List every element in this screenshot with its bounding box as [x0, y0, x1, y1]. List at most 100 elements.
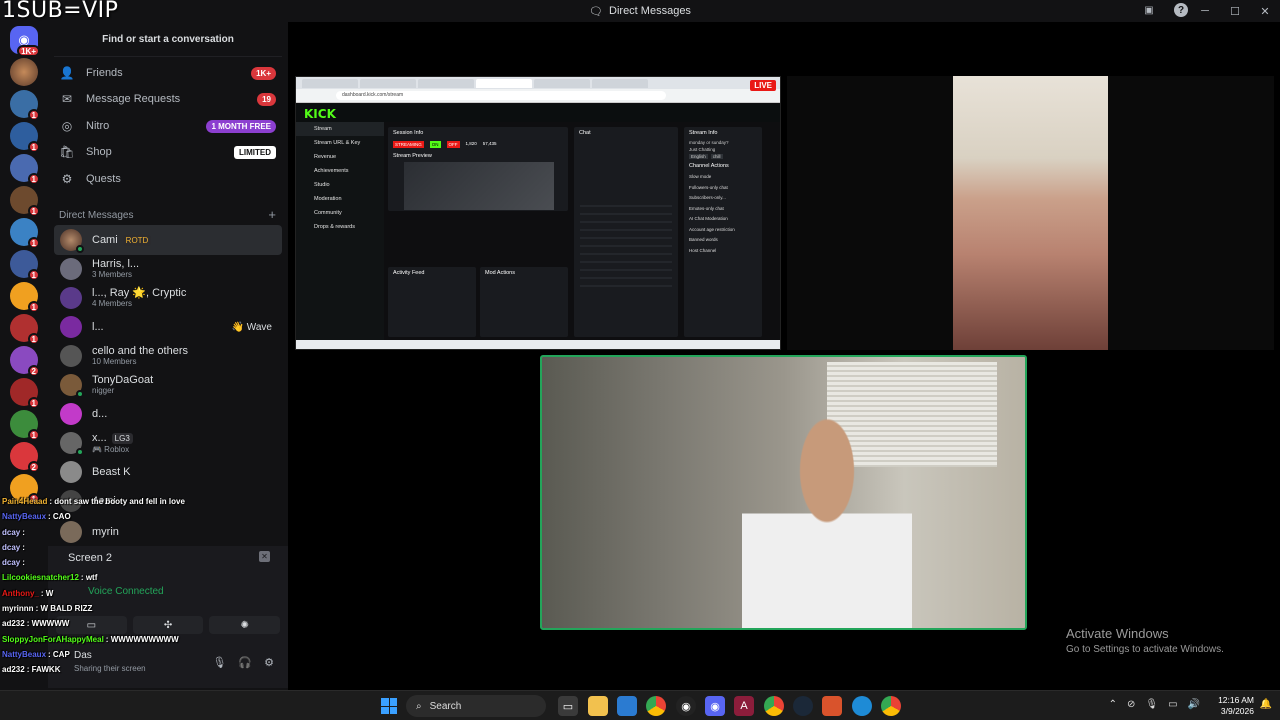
channel-action[interactable]: Account age restriction [689, 225, 757, 236]
notification-icon[interactable]: 🔔 [1260, 699, 1272, 710]
dm-item[interactable]: l... 👋 Wave [54, 312, 282, 342]
channel-action[interactable]: Host Channel [689, 246, 757, 257]
video-tile-speaking[interactable] [540, 355, 1027, 630]
close-icon[interactable]: ✕ [259, 551, 270, 562]
kick-nav-item[interactable]: Revenue [296, 150, 384, 164]
settings-icon[interactable]: ⚙ [264, 656, 274, 669]
dm-item[interactable]: Beast K [54, 457, 282, 487]
nav-message-requests[interactable]: ✉ Message Requests 19 [54, 87, 282, 111]
maximize-button[interactable]: ☐ [1220, 0, 1250, 22]
soundboard-button[interactable]: ✺ [209, 616, 281, 634]
task-view-icon[interactable]: ▭ [558, 696, 578, 716]
home-button[interactable]: ◉ 1K+ [10, 26, 40, 57]
dm-item[interactable]: Cami ROTD [54, 225, 282, 255]
server-icon[interactable]: 1 [10, 218, 40, 249]
windows-taskbar: ⌕ Search ▭ ◉ ◉ A ⌃ ⊘ 🎙 ▭ 🔊 12:16 AM 3/9/… [0, 690, 1280, 720]
nav-quests[interactable]: ⚙ Quests [54, 167, 282, 191]
server-icon[interactable]: 1 [10, 122, 40, 153]
chat-msg: FAWKK [31, 665, 61, 675]
headphones-icon[interactable]: 🎧 [238, 656, 252, 669]
channel-action[interactable]: Banned words [689, 235, 757, 246]
browser-tab[interactable] [302, 78, 358, 88]
network-icon[interactable]: ⊘ [1127, 699, 1135, 710]
channel-action[interactable]: AI Chat Moderation [689, 214, 757, 225]
server-icon[interactable]: 1 [10, 186, 40, 217]
channel-action[interactable]: Emotes-only chat [689, 204, 757, 215]
chat-msg: W [45, 588, 54, 598]
inbox-icon[interactable]: ▣ [1142, 3, 1156, 17]
find-conversation-input[interactable]: Find or start a conversation [54, 28, 282, 50]
chrome-icon[interactable] [764, 696, 784, 716]
steam-icon[interactable] [793, 696, 813, 716]
kick-nav-item[interactable]: Moderation [296, 192, 384, 206]
kick-nav-item[interactable]: Achievements [296, 164, 384, 178]
discord-icon[interactable]: ◉ [705, 696, 725, 716]
minimize-button[interactable]: ─ [1190, 0, 1220, 22]
taskbar-search[interactable]: ⌕ Search [406, 695, 546, 717]
close-button[interactable]: ✕ [1250, 0, 1280, 22]
chrome-icon[interactable] [881, 696, 901, 716]
server-icon[interactable]: 1 [10, 314, 40, 345]
server-icon[interactable]: 1 [10, 90, 40, 121]
app-icon[interactable] [822, 696, 842, 716]
dm-item[interactable]: d... [54, 399, 282, 429]
server-icon[interactable]: 1 [10, 378, 40, 409]
nav-nitro[interactable]: ◎ Nitro 1 MONTH FREE [54, 114, 282, 138]
kick-nav-item[interactable]: Drops & rewards [296, 220, 384, 234]
browser-tab[interactable] [476, 78, 532, 88]
nav-friends[interactable]: 👤 Friends 1K+ [54, 61, 282, 85]
mic-icon[interactable]: 🎙 [212, 656, 226, 669]
server-icon[interactable]: 1 [10, 282, 40, 313]
avatar [60, 374, 84, 398]
server-icon[interactable] [10, 58, 38, 86]
chevron-up-icon[interactable]: ⌃ [1109, 699, 1117, 710]
video-tile[interactable] [787, 76, 1274, 350]
browser-tab[interactable] [534, 78, 590, 88]
dm-item[interactable]: Harris, l... 3 Members [54, 254, 282, 284]
kick-header: KICK [296, 104, 780, 122]
taskbar-clock[interactable]: 12:16 AM 3/9/2026 [1218, 695, 1254, 717]
screen-share-tile[interactable]: dashboard.kick.com/stream LIVE KICK Stre… [295, 76, 781, 350]
channel-action[interactable]: Followers-only chat [689, 183, 757, 194]
volume-icon[interactable]: 🔊 [1188, 699, 1200, 710]
kick-nav-item[interactable]: Stream URL & Key [296, 136, 384, 150]
server-icon[interactable]: 2 [10, 442, 40, 473]
file-explorer-icon[interactable] [588, 696, 608, 716]
browser-tab[interactable] [418, 78, 474, 88]
display-icon[interactable]: ▭ [1168, 699, 1177, 710]
kick-nav-item[interactable]: Studio [296, 178, 384, 192]
start-button[interactable] [381, 698, 397, 714]
window-title-text: Direct Messages [609, 5, 691, 17]
wave-button[interactable]: 👋 Wave [232, 322, 272, 333]
channel-action[interactable]: Slow mode [689, 172, 757, 183]
dm-name: l... [92, 321, 104, 333]
url-field[interactable]: dashboard.kick.com/stream [336, 91, 666, 100]
dm-item[interactable]: cello and the others 10 Members [54, 341, 282, 371]
mic-icon[interactable]: 🎙 [1145, 699, 1158, 710]
dm-item[interactable]: l..., Ray 🌟, Cryptic 4 Members [54, 283, 282, 313]
kick-nav-item[interactable]: Community [296, 206, 384, 220]
obs-icon[interactable]: ◉ [676, 696, 696, 716]
server-icon[interactable]: 2 [10, 346, 40, 377]
store-icon[interactable] [617, 696, 637, 716]
envelope-icon: ✉ [61, 92, 73, 106]
chat-line: Lilcookiesnatcher12: wtf [2, 573, 98, 583]
dm-name: Cami [92, 234, 118, 246]
server-icon[interactable]: 1 [10, 154, 40, 185]
browser-address-bar: dashboard.kick.com/stream [296, 89, 780, 103]
nav-shop[interactable]: 🛍 Shop LIMITED [54, 140, 282, 164]
edge-icon[interactable] [852, 696, 872, 716]
create-dm-icon[interactable]: + [268, 207, 276, 222]
dm-item[interactable]: x... LG3 🎮 Roblox [54, 428, 282, 458]
server-icon[interactable]: 1 [10, 250, 40, 281]
help-icon[interactable]: ? [1174, 3, 1188, 17]
browser-tab[interactable] [592, 78, 648, 88]
channel-action[interactable]: Subscribers-only... [689, 193, 757, 204]
server-icon[interactable]: 1 [10, 410, 40, 441]
browser-tab[interactable] [360, 78, 416, 88]
kick-nav-item[interactable]: Stream [296, 122, 384, 136]
dm-item[interactable]: TonyDaGoat nigger [54, 370, 282, 400]
chrome-icon[interactable] [646, 696, 666, 716]
person-silhouette [742, 417, 912, 628]
adobe-icon[interactable]: A [734, 696, 754, 716]
